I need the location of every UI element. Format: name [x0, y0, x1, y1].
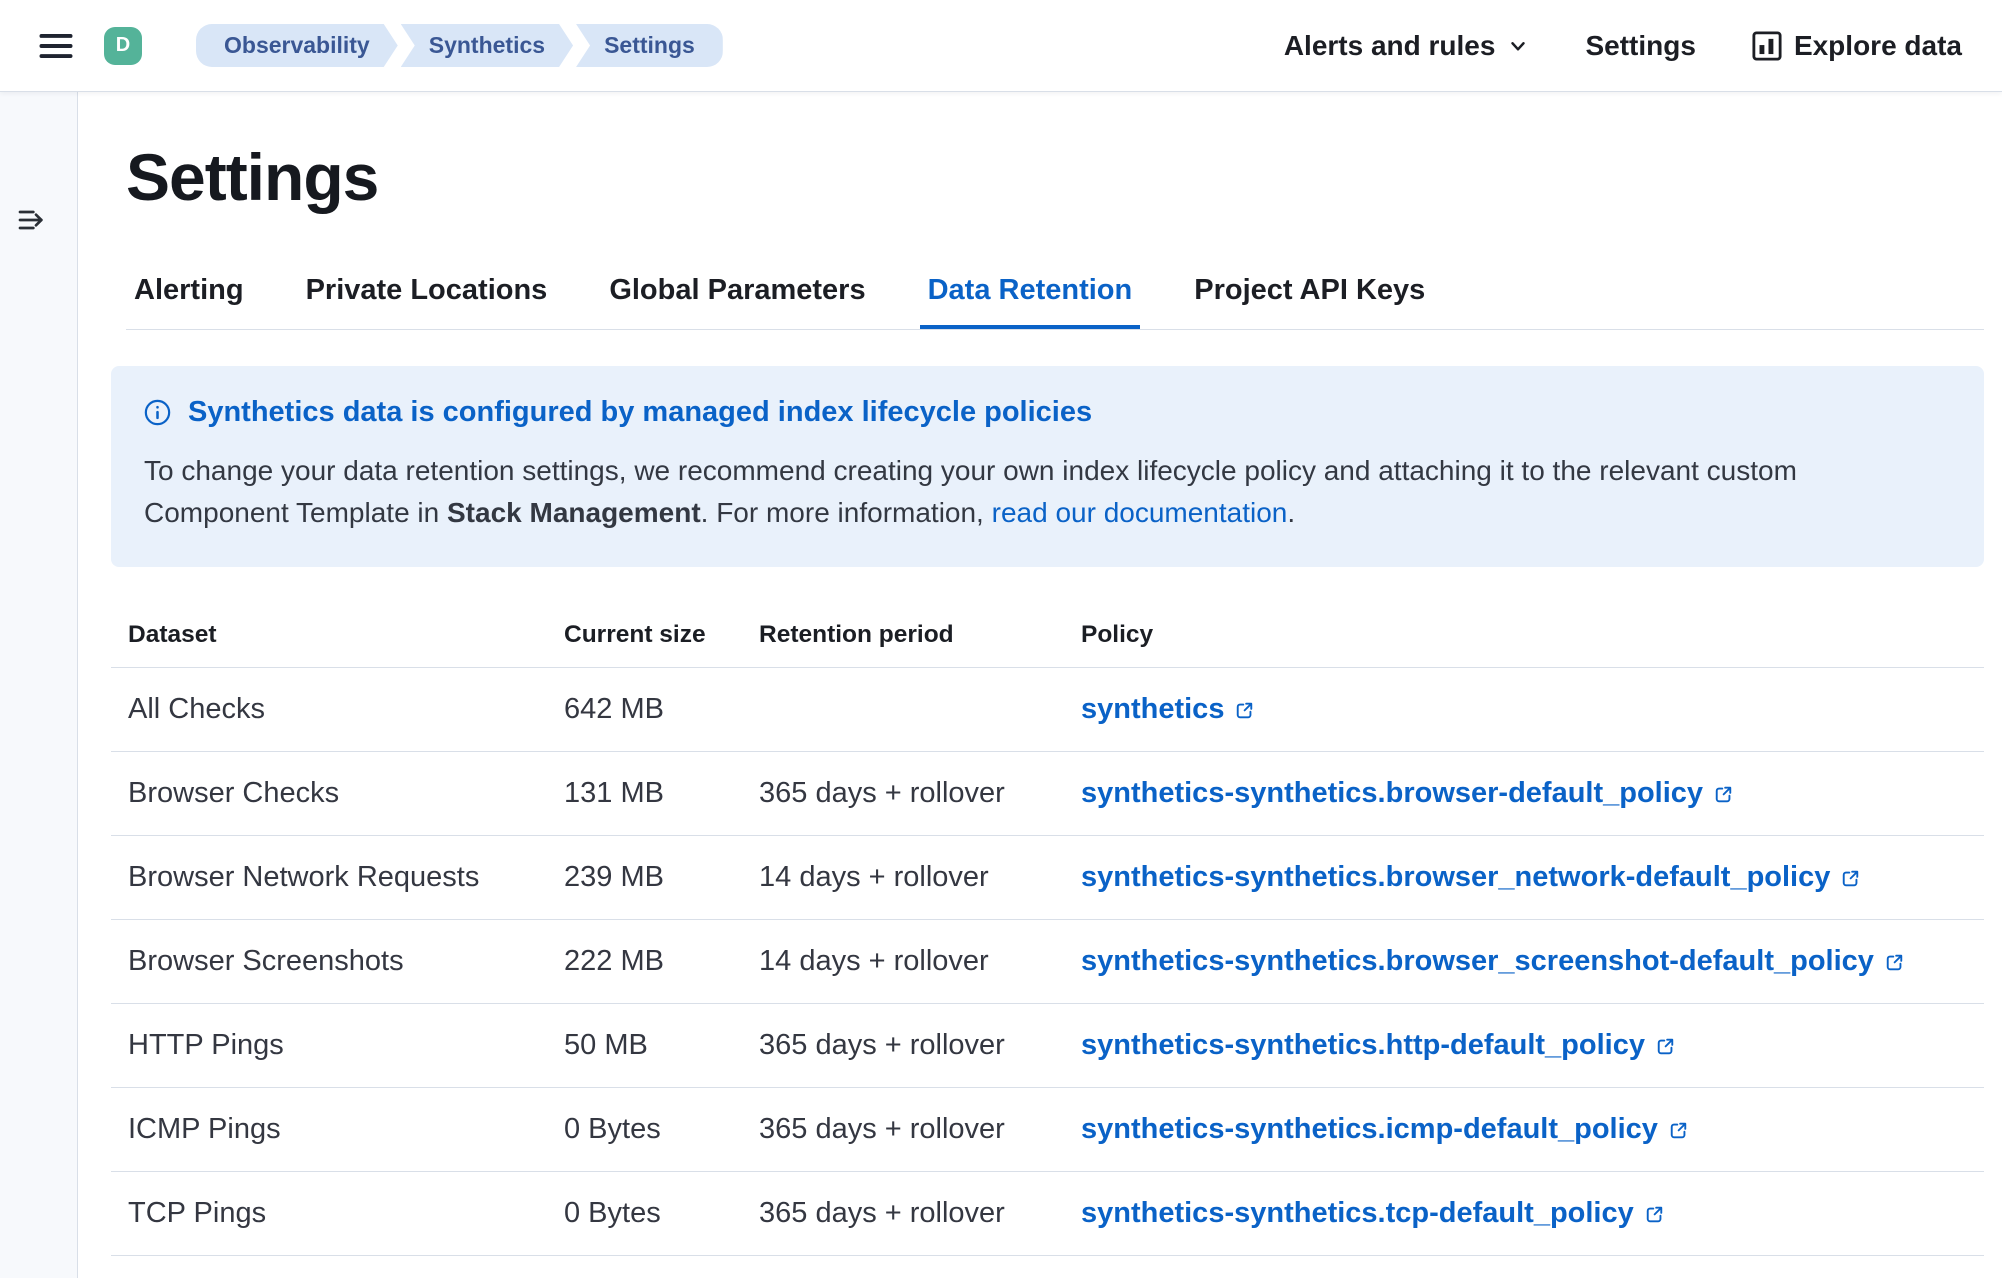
hamburger-menu-icon: [38, 31, 74, 61]
retention-cell: 365 days + rollover: [742, 1003, 1064, 1087]
breadcrumb: Observability Synthetics Settings: [196, 24, 723, 67]
external-link-icon: [1645, 1205, 1664, 1224]
policy-cell: synthetics-synthetics.tcp-default_policy: [1064, 1171, 1984, 1255]
callout-body-bold: Stack Management: [447, 497, 701, 528]
table-header-row: Dataset Current size Retention period Po…: [111, 611, 1984, 668]
callout-body-text-3: .: [1287, 497, 1295, 528]
retention-cell: 14 days + rollover: [742, 835, 1064, 919]
tab-data-retention[interactable]: Data Retention: [920, 266, 1141, 329]
tab-global-parameters[interactable]: Global Parameters: [601, 266, 873, 329]
retention-cell: 14 days + rollover: [742, 919, 1064, 1003]
external-link-icon: [1714, 785, 1733, 804]
info-icon: [144, 399, 171, 426]
external-link-icon: [1235, 701, 1254, 720]
dataset-cell: Browser Checks: [111, 751, 547, 835]
settings-link-label: Settings: [1585, 30, 1695, 62]
policy-link[interactable]: synthetics-synthetics.browser_screenshot…: [1081, 945, 1904, 978]
policy-link-label: synthetics-synthetics.browser_screenshot…: [1081, 945, 1874, 978]
policy-link-label: synthetics: [1081, 693, 1224, 726]
retention-cell: 365 days + rollover: [742, 1171, 1064, 1255]
chevron-down-icon: [1507, 35, 1529, 57]
settings-tabs: Alerting Private Locations Global Parame…: [126, 266, 1984, 330]
policy-cell: synthetics-synthetics.http-default_polic…: [1064, 1003, 1984, 1087]
policy-cell: synthetics-synthetics.browser_screenshot…: [1064, 919, 1984, 1003]
external-link-icon: [1841, 869, 1860, 888]
explore-data-link[interactable]: Explore data: [1752, 30, 1962, 62]
expand-sidebar-button[interactable]: [16, 204, 48, 236]
policy-cell: synthetics-synthetics.browser-default_po…: [1064, 751, 1984, 835]
policy-link-label: synthetics-synthetics.browser_network-de…: [1081, 861, 1830, 894]
column-header-size: Current size: [547, 611, 742, 668]
callout-header: Synthetics data is configured by managed…: [144, 396, 1951, 429]
retention-cell: 365 days + rollover: [742, 1087, 1064, 1171]
dataset-cell: HTTP Pings: [111, 1003, 547, 1087]
policy-link-label: synthetics-synthetics.http-default_polic…: [1081, 1029, 1645, 1062]
external-link-icon: [1656, 1037, 1675, 1056]
collapsed-sidebar: [0, 92, 78, 1278]
dataset-cell: All Checks: [111, 667, 547, 751]
breadcrumb-settings: Settings: [576, 24, 723, 67]
explore-data-icon: [1752, 31, 1782, 61]
current-size-cell: 222 MB: [547, 919, 742, 1003]
retention-cell: 365 days + rollover: [742, 751, 1064, 835]
column-header-retention: Retention period: [742, 611, 1064, 668]
policy-link-label: synthetics-synthetics.icmp-default_polic…: [1081, 1113, 1658, 1146]
breadcrumb-observability[interactable]: Observability: [196, 24, 398, 67]
alerts-and-rules-menu[interactable]: Alerts and rules: [1284, 30, 1530, 62]
table-row: TCP Pings 0 Bytes 365 days + rollover sy…: [111, 1171, 1984, 1255]
alerts-and-rules-label: Alerts and rules: [1284, 30, 1496, 62]
hamburger-menu-icon[interactable]: [38, 31, 74, 61]
policy-link[interactable]: synthetics-synthetics.icmp-default_polic…: [1081, 1113, 1688, 1146]
policy-link-label: synthetics-synthetics.tcp-default_policy: [1081, 1197, 1634, 1230]
column-header-policy: Policy: [1064, 611, 1984, 668]
dataset-cell: Browser Network Requests: [111, 835, 547, 919]
callout-title: Synthetics data is configured by managed…: [188, 396, 1092, 429]
column-header-dataset: Dataset: [111, 611, 547, 668]
main-content: Settings Alerting Private Locations Glob…: [79, 92, 2002, 1256]
policy-cell: synthetics: [1064, 667, 1984, 751]
table-row: All Checks 642 MB synthetics: [111, 667, 1984, 751]
retention-cell: [742, 667, 1064, 751]
policy-link[interactable]: synthetics: [1081, 693, 1254, 726]
page-title: Settings: [126, 140, 1984, 216]
dataset-cell: ICMP Pings: [111, 1087, 547, 1171]
tab-private-locations[interactable]: Private Locations: [298, 266, 556, 329]
header-actions: Alerts and rules Settings Explore data: [1284, 30, 1962, 62]
settings-link[interactable]: Settings: [1585, 30, 1695, 62]
current-size-cell: 50 MB: [547, 1003, 742, 1087]
table-row: Browser Network Requests 239 MB 14 days …: [111, 835, 1984, 919]
current-size-cell: 642 MB: [547, 667, 742, 751]
dataset-cell: TCP Pings: [111, 1171, 547, 1255]
lifecycle-policy-callout: Synthetics data is configured by managed…: [111, 366, 1984, 567]
space-avatar[interactable]: D: [104, 27, 142, 65]
data-retention-table: Dataset Current size Retention period Po…: [111, 611, 1984, 1256]
table-row: Browser Screenshots 222 MB 14 days + rol…: [111, 919, 1984, 1003]
policy-link[interactable]: synthetics-synthetics.browser-default_po…: [1081, 777, 1733, 810]
tab-alerting[interactable]: Alerting: [126, 266, 252, 329]
current-size-cell: 239 MB: [547, 835, 742, 919]
external-link-icon: [1669, 1121, 1688, 1140]
policy-cell: synthetics-synthetics.icmp-default_polic…: [1064, 1087, 1984, 1171]
current-size-cell: 0 Bytes: [547, 1087, 742, 1171]
table-row: ICMP Pings 0 Bytes 365 days + rollover s…: [111, 1087, 1984, 1171]
policy-link[interactable]: synthetics-synthetics.browser_network-de…: [1081, 861, 1860, 894]
current-size-cell: 0 Bytes: [547, 1171, 742, 1255]
tab-project-api-keys[interactable]: Project API Keys: [1186, 266, 1433, 329]
external-link-icon: [1885, 953, 1904, 972]
table-row: HTTP Pings 50 MB 365 days + rollover syn…: [111, 1003, 1984, 1087]
policy-link[interactable]: synthetics-synthetics.http-default_polic…: [1081, 1029, 1675, 1062]
policy-link[interactable]: synthetics-synthetics.tcp-default_policy: [1081, 1197, 1664, 1230]
read-documentation-link[interactable]: read our documentation: [992, 497, 1288, 528]
expand-sidebar-arrow-icon: [16, 204, 48, 236]
breadcrumb-synthetics[interactable]: Synthetics: [401, 24, 573, 67]
explore-data-label: Explore data: [1794, 30, 1962, 62]
policy-cell: synthetics-synthetics.browser_network-de…: [1064, 835, 1984, 919]
dataset-cell: Browser Screenshots: [111, 919, 547, 1003]
callout-body-text-2: . For more information,: [701, 497, 992, 528]
table-row: Browser Checks 131 MB 365 days + rollove…: [111, 751, 1984, 835]
top-header: D Observability Synthetics Settings Aler…: [0, 0, 2002, 92]
callout-body: To change your data retention settings, …: [144, 450, 1934, 535]
policy-link-label: synthetics-synthetics.browser-default_po…: [1081, 777, 1703, 810]
current-size-cell: 131 MB: [547, 751, 742, 835]
